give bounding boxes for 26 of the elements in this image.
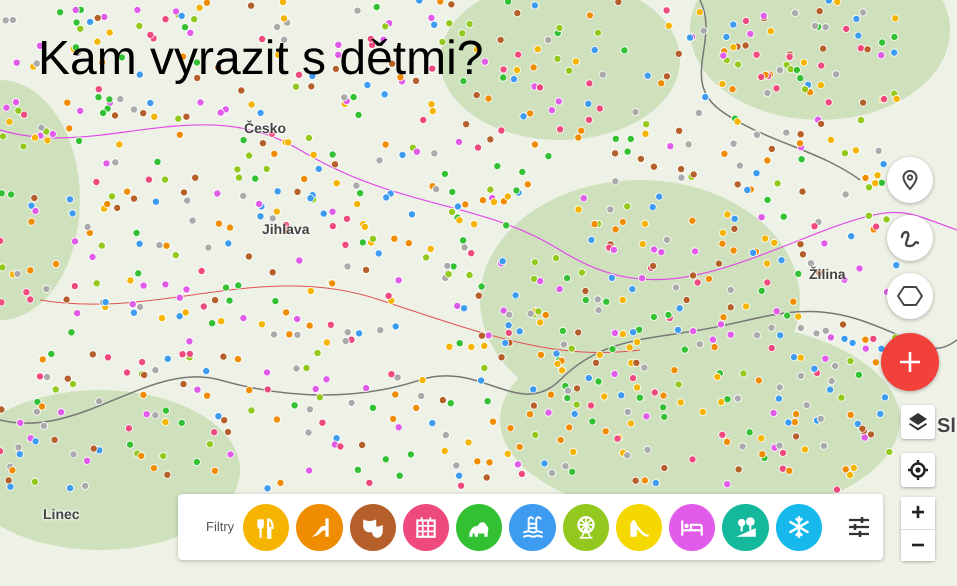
layers-button[interactable] xyxy=(901,405,935,439)
map-place-label: Linec xyxy=(43,505,80,524)
zoom-out-button[interactable]: − xyxy=(901,529,935,561)
hexagon-icon xyxy=(897,285,923,307)
filter-button[interactable] xyxy=(562,504,609,550)
filter-button[interactable] xyxy=(350,504,396,550)
locate-button[interactable] xyxy=(901,453,935,487)
pin-icon xyxy=(900,169,920,191)
filter-button[interactable] xyxy=(402,504,450,550)
sliders-icon xyxy=(846,516,871,538)
zoom-in-button[interactable]: + xyxy=(901,497,935,529)
filter-button[interactable] xyxy=(296,504,343,550)
plus-icon xyxy=(898,350,922,374)
filter-button[interactable] xyxy=(243,504,290,550)
filter-settings-button[interactable] xyxy=(846,516,871,538)
filter-button[interactable] xyxy=(776,504,822,550)
crosshair-icon xyxy=(907,459,929,481)
filter-button[interactable] xyxy=(722,504,769,550)
filter-button[interactable] xyxy=(669,504,716,550)
page-title: Kam vyrazit s dětmi? xyxy=(38,31,484,87)
filter-label: Filtry xyxy=(206,518,234,536)
map-place-label: Sl xyxy=(937,414,956,439)
layers-icon xyxy=(907,411,929,433)
filter-button[interactable] xyxy=(509,504,556,550)
map-place-label: Česko xyxy=(244,119,286,138)
filter-button[interactable] xyxy=(456,504,502,550)
